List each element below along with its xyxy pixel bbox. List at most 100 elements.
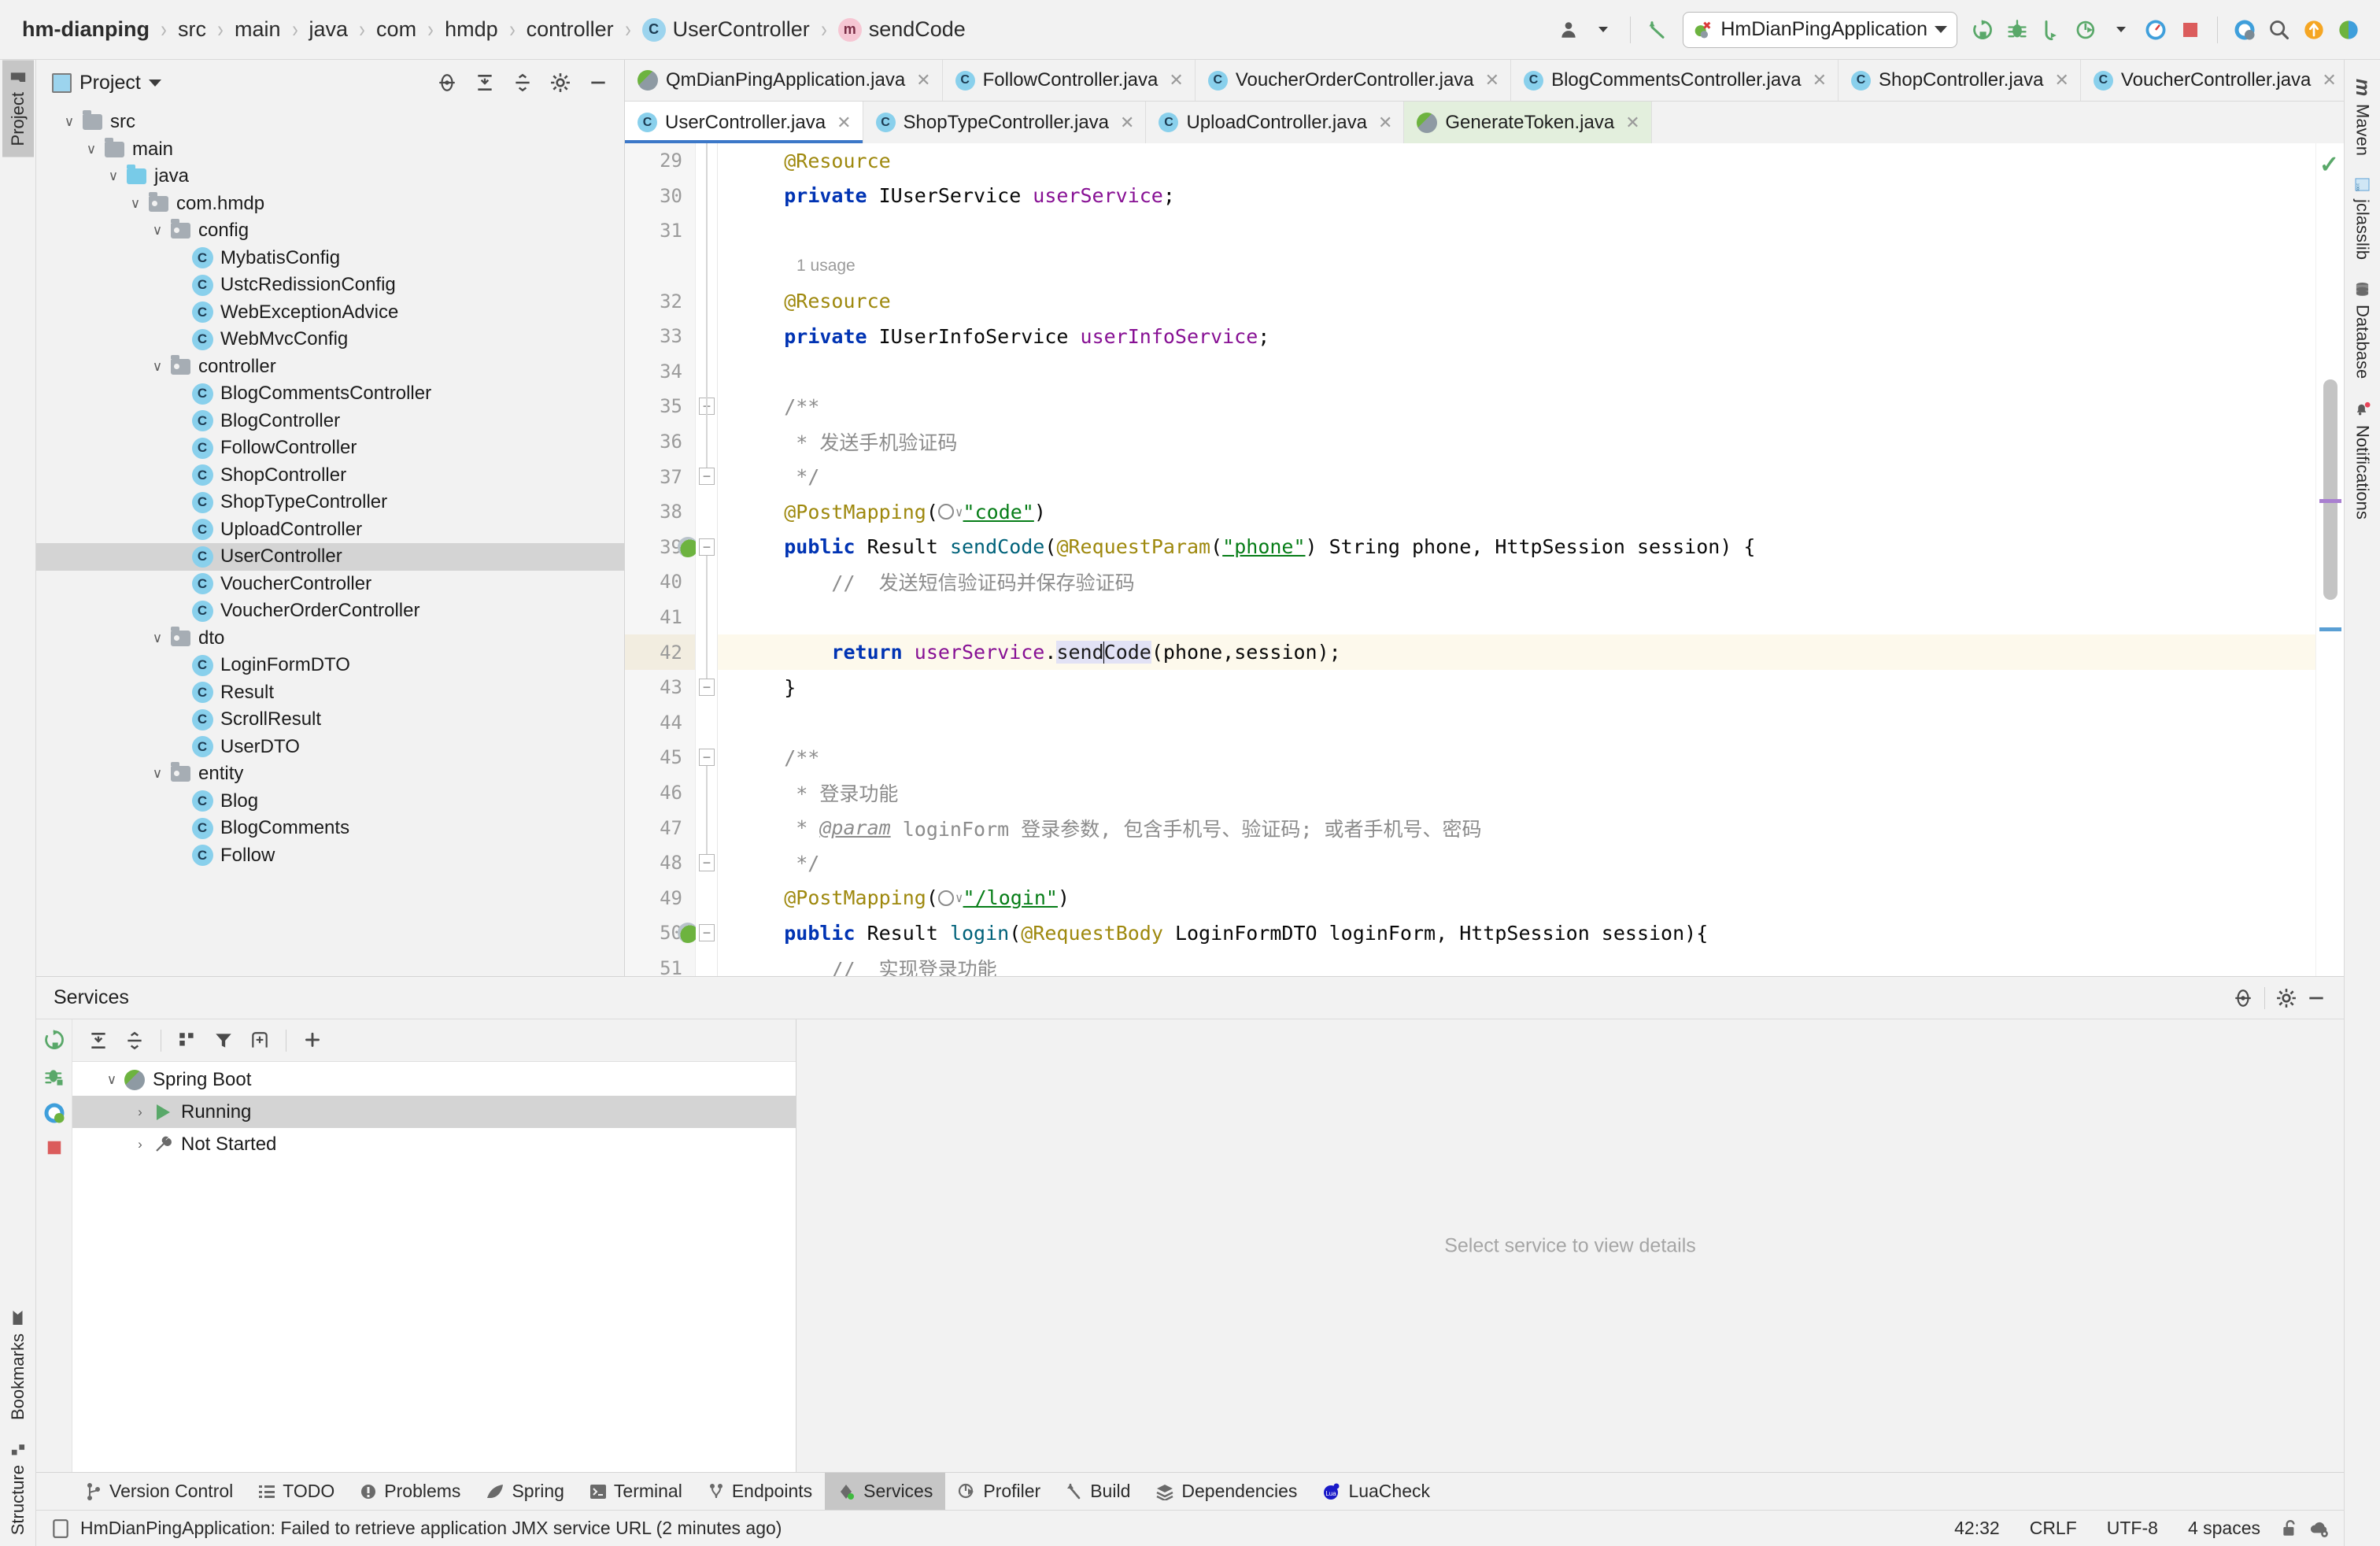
filter-icon[interactable]	[207, 1024, 240, 1057]
debug-icon[interactable]	[43, 1065, 65, 1087]
dashboard-icon[interactable]	[42, 1101, 66, 1125]
tree-node[interactable]: ∨ main	[36, 136, 624, 164]
breadcrumb-project[interactable]: hm-dianping	[22, 17, 150, 42]
line-number[interactable]: 46	[625, 775, 695, 811]
back-arrow-icon[interactable]	[1640, 12, 1675, 48]
code-content[interactable]: @Resource private IUserService userServi…	[718, 143, 2315, 976]
chevron-right-icon[interactable]: ›	[129, 1104, 151, 1120]
settings-gear-icon[interactable]	[545, 68, 575, 98]
chevron-down-icon[interactable]: ∨	[102, 168, 124, 184]
editor-tab[interactable]: C VoucherOrderController.java ✕	[1195, 60, 1512, 101]
line-number[interactable]	[625, 249, 695, 284]
settings-gear-icon[interactable]	[2271, 983, 2301, 1013]
tree-node[interactable]: C Follow	[36, 842, 624, 870]
tree-node[interactable]: C FollowController	[36, 435, 624, 462]
update-project-icon[interactable]	[2297, 12, 2331, 48]
tree-node[interactable]: C ScrollResult	[36, 706, 624, 734]
code-fold-toggle[interactable]: −	[699, 924, 715, 942]
line-number[interactable]: 30	[625, 179, 695, 214]
breadcrumb-java[interactable]: java	[309, 17, 349, 42]
editor-tab[interactable]: C ShopTypeController.java ✕	[863, 102, 1147, 143]
line-number[interactable]: 39	[625, 530, 698, 565]
tree-node[interactable]: C BlogController	[36, 408, 624, 435]
hide-icon[interactable]	[2301, 983, 2331, 1013]
tree-node[interactable]: ∨ config	[36, 217, 624, 245]
editor-tab[interactable]: C UserController.java ✕	[625, 102, 863, 143]
editor-tab[interactable]: C VoucherController.java ✕	[2080, 60, 2344, 101]
close-icon[interactable]: ✕	[837, 113, 851, 133]
line-number[interactable]: 43	[625, 670, 695, 705]
code-fold-toggle[interactable]: −	[699, 538, 715, 556]
line-number[interactable]: 35	[625, 389, 695, 424]
services-tree[interactable]: ∨ Spring Boot › Running › Not Started	[72, 1062, 796, 1472]
tree-node[interactable]: C LoginFormDTO	[36, 652, 624, 679]
line-number[interactable]: 51	[625, 951, 695, 976]
breadcrumb-controller[interactable]: controller	[527, 17, 614, 42]
close-icon[interactable]: ✕	[2322, 70, 2336, 91]
breadcrumb-hmdp[interactable]: hmdp	[445, 17, 498, 42]
stop-icon[interactable]	[2173, 12, 2208, 48]
ide-icon[interactable]	[2331, 12, 2366, 48]
tree-node[interactable]: ∨ src	[36, 109, 624, 136]
dashboard-icon[interactable]	[2138, 12, 2173, 48]
tree-node[interactable]: C BlogComments	[36, 815, 624, 842]
profile-run-icon[interactable]	[2069, 12, 2104, 48]
tool-window-button-problems[interactable]: Problems	[347, 1473, 473, 1511]
line-number[interactable]: 34	[625, 354, 695, 390]
line-number[interactable]: 29	[625, 143, 695, 179]
expand-all-icon[interactable]	[82, 1024, 115, 1057]
url-mapping-icon[interactable]: ∨	[937, 890, 963, 906]
rail-tab-maven[interactable]: m Maven	[2345, 68, 2379, 167]
file-encoding[interactable]: UTF-8	[2097, 1518, 2168, 1539]
tree-node[interactable]: C ShopController	[36, 462, 624, 490]
profile-caret-icon[interactable]	[2104, 12, 2138, 48]
editor-tab[interactable]: GenerateToken.java ✕	[1404, 102, 1652, 143]
tree-node[interactable]: C VoucherOrderController	[36, 597, 624, 625]
editor-marker-scrollbar[interactable]: ✓	[2315, 143, 2344, 976]
tree-node[interactable]: C UserDTO	[36, 734, 624, 761]
code-fold-toggle[interactable]: −	[699, 468, 715, 486]
breadcrumb-com[interactable]: com	[376, 17, 416, 42]
breadcrumb-main[interactable]: main	[235, 17, 281, 42]
tool-window-button-endpoints[interactable]: Endpoints	[695, 1473, 825, 1511]
rail-tab-bookmarks[interactable]: Bookmarks	[2, 1299, 34, 1431]
line-number[interactable]: 32	[625, 283, 695, 319]
tree-node[interactable]: C Result	[36, 679, 624, 707]
line-number[interactable]: 31	[625, 213, 695, 249]
rerun-icon[interactable]	[43, 1029, 65, 1051]
rail-tab-project[interactable]: Project	[2, 60, 34, 157]
line-number[interactable]: 47	[625, 810, 695, 845]
tree-node[interactable]: ∨ dto	[36, 625, 624, 653]
status-message[interactable]: HmDianPingApplication: Failed to retriev…	[80, 1518, 782, 1539]
close-icon[interactable]: ✕	[1378, 113, 1392, 133]
debug-icon[interactable]	[2000, 12, 2034, 48]
rail-tab-notifications[interactable]: Notifications	[2347, 390, 2378, 531]
chevron-right-icon[interactable]: ›	[129, 1137, 151, 1152]
tree-node[interactable]: C WebMvcConfig	[36, 326, 624, 353]
code-fold-toggle[interactable]: −	[699, 749, 715, 767]
profile-dropdown-caret-icon[interactable]	[1586, 12, 1621, 48]
project-tree[interactable]: ∨ src ∨ main ∨ java ∨ com.hmdp ∨ config C MybatisCo…	[36, 105, 624, 976]
tool-window-button-version-control[interactable]: Version Control	[72, 1473, 246, 1511]
rail-tab-structure[interactable]: Structure	[2, 1431, 34, 1546]
tool-window-button-profiler[interactable]: Profiler	[945, 1473, 1053, 1511]
chevron-down-icon[interactable]: ∨	[58, 114, 80, 130]
editor-tab[interactable]: C FollowController.java ✕	[942, 60, 1196, 101]
tool-window-button-services[interactable]: Services	[825, 1472, 946, 1511]
line-number[interactable]: 45	[625, 740, 695, 775]
add-icon[interactable]	[296, 1024, 329, 1057]
line-number[interactable]: 44	[625, 705, 695, 741]
rail-tab-jclasslib[interactable]: 10010110 jclasslib	[2347, 167, 2378, 271]
services-tree-node[interactable]: ∨ Spring Boot	[72, 1063, 796, 1096]
chevron-down-icon[interactable]: ∨	[101, 1072, 123, 1088]
tool-window-button-terminal[interactable]: Terminal	[577, 1473, 695, 1511]
group-icon[interactable]	[171, 1024, 204, 1057]
line-number[interactable]: 50	[625, 915, 698, 951]
tree-node[interactable]: C VoucherController	[36, 571, 624, 598]
tree-node[interactable]: ∨ java	[36, 163, 624, 190]
tree-node[interactable]: ∨ com.hmdp	[36, 190, 624, 218]
tree-node[interactable]: ∨ controller	[36, 353, 624, 381]
expand-all-icon[interactable]	[470, 68, 500, 98]
close-icon[interactable]: ✕	[1169, 70, 1183, 91]
line-number-gutter[interactable]: 29 30 31 32 33 34 35 36 37 38 39 40 41 42 43 44 45 46 47 48…	[625, 143, 698, 976]
